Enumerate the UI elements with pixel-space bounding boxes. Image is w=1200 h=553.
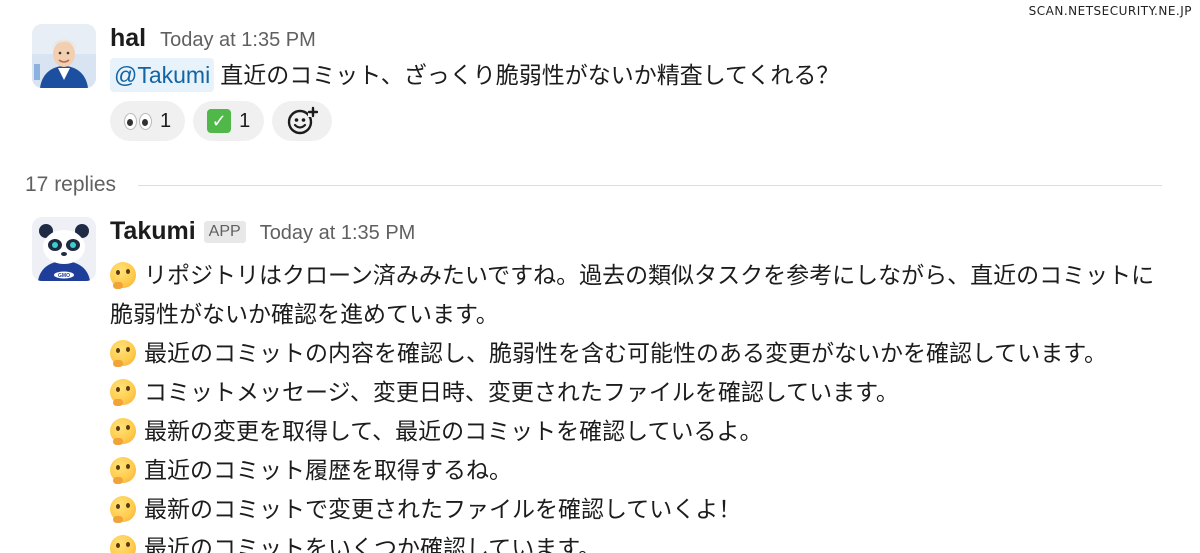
- reply-message: GMO Takumi APP Today at 1:35 PM リポジトリはクロ…: [32, 217, 1170, 553]
- add-reaction-button[interactable]: [272, 101, 333, 141]
- eyes-emoji-icon: [124, 112, 152, 130]
- parent-message: hal Today at 1:35 PM @Takumi 直近のコミット、ざっくり…: [32, 24, 1170, 154]
- message-content: 直近のコミット、ざっくり脆弱性がないか精査してくれる？: [220, 62, 840, 88]
- parent-message-body: hal Today at 1:35 PM @Takumi 直近のコミット、ざっくり…: [110, 24, 1170, 141]
- reply-line: コミットメッセージ、変更日時、変更されたファイルを確認しています。: [110, 373, 1170, 412]
- divider-line: [138, 184, 1162, 186]
- thinking-face-icon: [110, 457, 136, 484]
- watermark: SCAN.NETSECURITY.NE.JP: [1028, 4, 1192, 18]
- reply-line: 最近のコミットをいくつか確認しています。: [110, 529, 1170, 553]
- thinking-face-icon: [110, 535, 136, 553]
- thinking-face-icon: [110, 379, 136, 406]
- thinking-face-icon: [110, 496, 136, 523]
- slack-thread-view: SCAN.NETSECURITY.NE.JP hal Today at 1:35…: [0, 0, 1200, 553]
- thinking-face-icon: [110, 262, 136, 289]
- sender-name[interactable]: hal: [110, 24, 146, 53]
- reaction-count: 1: [160, 109, 172, 132]
- message-timestamp[interactable]: Today at 1:35 PM: [260, 222, 416, 245]
- reply-line: 脆弱性がないか確認を進めています。: [110, 301, 499, 327]
- reply-line: 最新のコミットで変更されたファイルを確認していくよ！: [110, 490, 1170, 529]
- replies-count: 17 replies: [25, 173, 117, 196]
- reaction-eyes[interactable]: 1: [110, 101, 186, 141]
- avatar-takumi[interactable]: GMO: [32, 217, 96, 281]
- parent-message-header: hal Today at 1:35 PM: [110, 24, 1170, 56]
- white-check-mark-emoji-icon: ✓: [207, 109, 232, 133]
- reply-message-header: Takumi APP Today at 1:35 PM: [110, 217, 1170, 249]
- reply-line: 直近のコミット履歴を取得するね。: [110, 451, 1170, 490]
- thinking-face-icon: [110, 340, 136, 367]
- reply-line: 最近のコミットの内容を確認し、脆弱性を含む可能性のある変更がないかを確認していま…: [110, 334, 1170, 373]
- avatar-hal[interactable]: [32, 24, 96, 88]
- user-mention[interactable]: @Takumi: [110, 58, 215, 92]
- reply-line: 最新の変更を取得して、最近のコミットを確認しているよ。: [110, 412, 1170, 451]
- svg-text:GMO: GMO: [58, 273, 70, 279]
- message-timestamp[interactable]: Today at 1:35 PM: [160, 29, 316, 52]
- reaction-white-check-mark[interactable]: ✓ 1: [193, 101, 265, 141]
- reaction-count: 1: [239, 109, 251, 132]
- reply-message-text: リポジトリはクローン済みみたいですね。過去の類似タスクを参考にしながら、直近のコ…: [110, 256, 1170, 553]
- reactions-bar: 1 ✓ 1: [110, 101, 1170, 141]
- reply-message-body: Takumi APP Today at 1:35 PM リポジトリはクローン済み…: [110, 217, 1170, 553]
- add-reaction-icon: [288, 106, 319, 135]
- thinking-face-icon: [110, 418, 136, 445]
- replies-divider: 17 replies: [25, 170, 1162, 200]
- sender-name[interactable]: Takumi: [110, 217, 196, 246]
- reply-line: リポジトリはクローン済みみたいですね。過去の類似タスクを参考にしながら、直近のコ…: [110, 256, 1170, 295]
- app-badge: APP: [203, 221, 246, 243]
- parent-message-text: @Takumi 直近のコミット、ざっくり脆弱性がないか精査してくれる？: [110, 56, 1170, 95]
